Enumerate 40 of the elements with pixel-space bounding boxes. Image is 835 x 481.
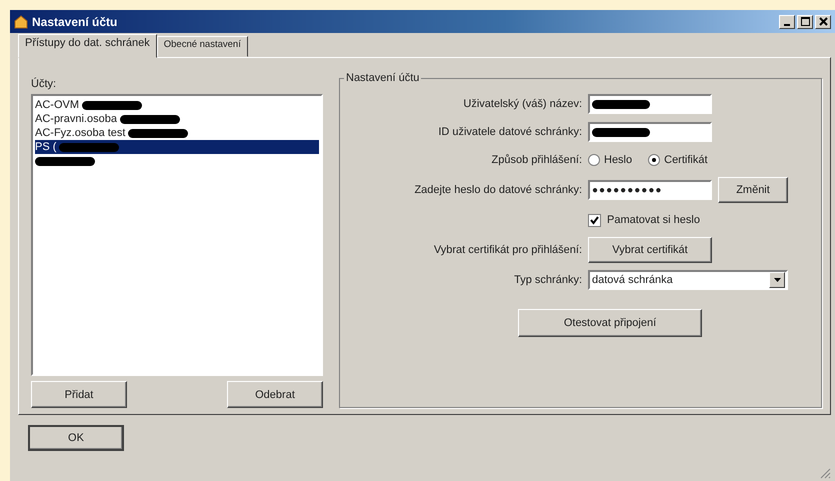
maximize-button[interactable]	[797, 14, 813, 28]
app-icon	[14, 14, 28, 28]
field-label: Zadejte heslo do datové schránky:	[413, 184, 583, 196]
field-label: ID uživatele datové schránky:	[437, 126, 583, 138]
maximize-icon	[800, 17, 810, 26]
resize-grip-icon[interactable]	[819, 467, 831, 479]
field-label: Typ schránky:	[513, 274, 583, 286]
field-label: Vybrat certifikát pro přihlášení:	[432, 244, 583, 256]
select-certificate-button[interactable]: Vybrat certifikát	[588, 237, 712, 263]
test-connection-button[interactable]: Otestovat připojení	[518, 309, 702, 337]
radio-button[interactable]	[588, 154, 600, 166]
radio-option[interactable]: Certifikát	[648, 154, 708, 166]
change-button[interactable]: Změnit	[718, 177, 788, 203]
button[interactable]: Přidat	[31, 381, 127, 408]
minimize-button[interactable]	[779, 14, 795, 28]
close-icon	[818, 17, 828, 26]
radio-button[interactable]	[648, 154, 660, 166]
field-label: Způsob přihlášení:	[490, 154, 583, 166]
button[interactable]: Odebrat	[227, 381, 323, 408]
radio-option[interactable]: Heslo	[588, 154, 632, 166]
accounts-list[interactable]: AC-OVM AC-pravni.osoba AC-Fyz.osoba test PS (	[31, 94, 323, 376]
account-item[interactable]: AC-Fyz.osoba test	[35, 126, 319, 140]
minimize-icon	[784, 24, 790, 26]
checkbox-label: Pamatovat si heslo	[607, 214, 700, 226]
account-item[interactable]: AC-pravni.osoba	[35, 112, 319, 126]
password-field[interactable]: ●●●●●●●●●●	[588, 180, 712, 200]
window-title: Nastavení účtu	[32, 14, 118, 28]
tab[interactable]: Obecné nastavení	[156, 36, 248, 57]
field-label: Uživatelský (váš) název:	[462, 98, 583, 110]
group-legend: Nastavení účtu	[344, 72, 422, 84]
close-button[interactable]	[815, 14, 831, 28]
account-item[interactable]: PS (	[35, 140, 319, 154]
tab[interactable]: Přístupy do dat. schránek	[18, 34, 157, 58]
username-field[interactable]	[588, 94, 712, 114]
accounts-label: Účty:	[31, 78, 58, 90]
user-id-field[interactable]	[588, 122, 712, 142]
ok-button[interactable]: OK	[28, 425, 124, 451]
remember-checkbox[interactable]	[588, 214, 601, 226]
box-type-dropdown[interactable]: datová schránka	[588, 270, 788, 290]
account-item[interactable]: AC-OVM	[35, 98, 319, 112]
